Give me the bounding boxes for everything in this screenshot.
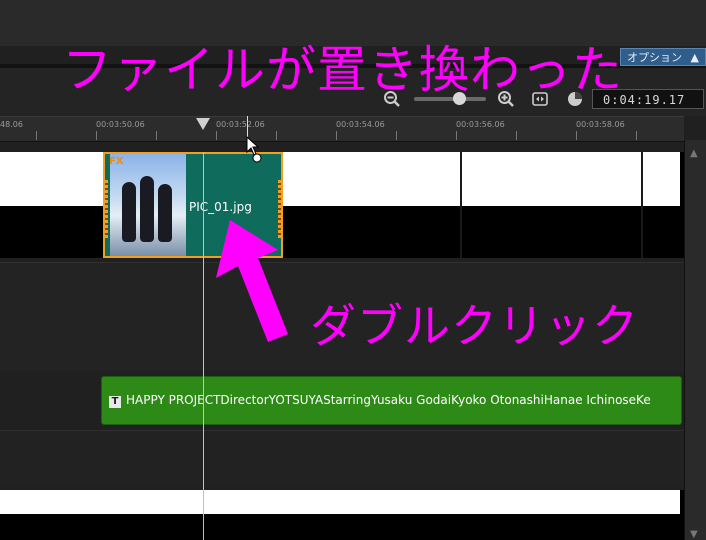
ruler-tick [576, 131, 577, 140]
ruler-label: 00:03:56.06 [456, 120, 505, 129]
chevron-up-icon: ▲ [690, 51, 699, 64]
video-clip[interactable] [462, 152, 641, 206]
title-clip-text: HAPPY PROJECTDirectorYOTSUYAStarringYusa… [126, 393, 651, 407]
scroll-down-icon[interactable]: ▼ [690, 529, 698, 540]
clip-separator [641, 152, 643, 258]
options-button[interactable]: オプション ▲ [620, 48, 706, 66]
video-clip[interactable] [643, 152, 680, 206]
annotation-arrow-icon [216, 220, 288, 342]
ruler-tick [336, 131, 337, 140]
ruler-label: 00:03:54.06 [336, 120, 385, 129]
scroll-up-icon[interactable]: ▲ [690, 148, 698, 159]
ruler-tick [516, 131, 517, 140]
ruler-tick [276, 131, 277, 140]
playhead-line [203, 152, 204, 540]
mouse-cursor-icon [246, 136, 262, 163]
video-clip[interactable] [283, 152, 460, 206]
playhead-handle[interactable] [196, 118, 210, 130]
ruler-tick [156, 131, 157, 140]
video-clip[interactable] [0, 152, 103, 206]
title-text-icon: T [109, 396, 121, 408]
ruler-label: 00:03:52.06 [216, 120, 265, 129]
vertical-scrollbar[interactable]: ▲ ▼ [684, 140, 706, 540]
video-clip[interactable] [0, 490, 680, 514]
options-label: オプション [627, 51, 682, 64]
ruler-tick [396, 131, 397, 140]
ruler-tick [216, 131, 217, 140]
ruler-tick [36, 131, 37, 140]
clip-name: PIC_01.jpg [189, 200, 252, 214]
fx-badge: FX [109, 156, 124, 167]
annotation-caption-top: ファイルが置き換わった [62, 41, 623, 99]
ruler-label: 48.06 [0, 120, 23, 129]
ruler-label: 00:03:50.06 [96, 120, 145, 129]
ruler-label: 00:03:58.06 [576, 120, 625, 129]
time-ruler[interactable]: 48.06 00:03:50.06 00:03:52.06 00:03:54.0… [0, 116, 684, 142]
title-clip[interactable]: T HAPPY PROJECTDirectorYOTSUYAStarringYu… [101, 376, 682, 425]
video-track[interactable] [0, 490, 684, 540]
ruler-tick [636, 131, 637, 140]
clip-separator [460, 152, 462, 258]
annotation-caption-double-click: ダブルクリック [310, 299, 639, 353]
ruler-tick [96, 131, 97, 140]
ruler-tick [456, 131, 457, 140]
empty-track[interactable] [0, 430, 684, 487]
clip-trim-handle-left[interactable] [105, 180, 108, 238]
clip-thumbnail [110, 154, 186, 256]
